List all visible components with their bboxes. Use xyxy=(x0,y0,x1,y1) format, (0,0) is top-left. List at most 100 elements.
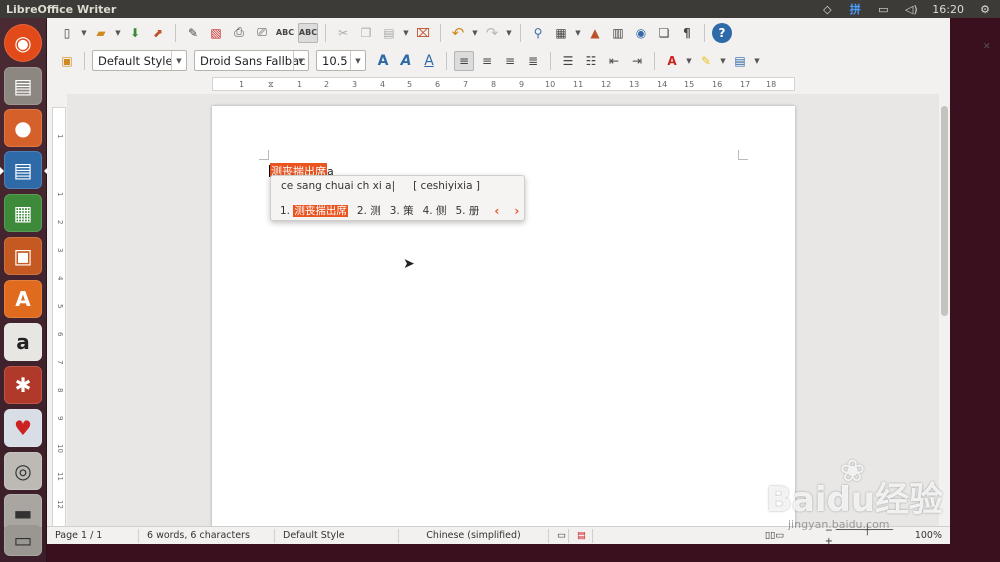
paste-dropdown-icon[interactable]: ▼ xyxy=(402,23,410,43)
ime-next-page-icon[interactable]: › xyxy=(514,204,519,218)
hyperlink-icon[interactable]: ⚲ xyxy=(528,23,548,43)
clone-formatting-icon[interactable]: ⌧ xyxy=(413,23,433,43)
print-preview-icon[interactable]: ⎚ xyxy=(252,23,272,43)
redo-dropdown-icon[interactable]: ▼ xyxy=(505,23,513,43)
ime-indicator[interactable]: 拼 xyxy=(848,3,862,16)
battery-icon[interactable]: ▭ xyxy=(876,3,890,16)
ime-candidate-row: 1. 测丧揣出席 2. 测 3. 策 4. 侧 5. 册 ‹ › xyxy=(280,203,519,218)
solitaire-button[interactable]: ♥ xyxy=(4,409,42,447)
auto-spellcheck-icon[interactable]: ABC xyxy=(298,22,318,43)
ubuntu-dash-button[interactable]: ◉ xyxy=(4,24,42,62)
page-count[interactable]: Page 1 / 1 xyxy=(47,528,139,543)
ruler-tick: 8 xyxy=(491,80,497,89)
horizontal-ruler[interactable]: 1 ⧖ 1 2 3 4 5 6 7 8 9 10 11 12 13 14 15 … xyxy=(212,77,795,91)
unity-launcher: ◉ ▤ ● ▤ ▦ ▣ A a ✱ ♥ ◎ ▬ ▭ xyxy=(0,18,48,562)
open-dropdown-icon[interactable]: ▼ xyxy=(114,23,122,43)
software-center-button[interactable]: A xyxy=(4,280,42,318)
highlight-icon[interactable]: ✎ xyxy=(696,51,716,71)
gear-icon[interactable]: ⚙ xyxy=(978,3,992,16)
copy-icon[interactable]: ❐ xyxy=(356,23,376,43)
ruler-tick: 11 xyxy=(573,80,584,89)
files-button[interactable]: ▤ xyxy=(4,67,42,105)
highlight-dropdown-icon[interactable]: ▼ xyxy=(719,51,727,71)
navigator-icon[interactable]: ◉ xyxy=(631,23,651,43)
gallery-icon[interactable]: ❏ xyxy=(654,23,674,43)
ime-candidate-1[interactable]: 1. 测丧揣出席 xyxy=(280,203,348,218)
justify-icon[interactable]: ≣ xyxy=(523,51,543,71)
paste-icon[interactable]: ▤ xyxy=(379,23,399,43)
decrease-indent-icon[interactable]: ⇤ xyxy=(604,51,624,71)
page-style[interactable]: Default Style xyxy=(275,528,399,543)
image-icon[interactable]: ▲ xyxy=(585,23,605,43)
table-dropdown-icon[interactable]: ▼ xyxy=(574,23,582,43)
numbering-icon[interactable]: ☰ xyxy=(558,51,578,71)
cut-icon[interactable]: ✂ xyxy=(333,23,353,43)
new-dropdown-icon[interactable]: ▼ xyxy=(80,23,88,43)
wifi-icon[interactable]: ◇ xyxy=(820,3,834,16)
italic-icon[interactable]: A xyxy=(396,51,416,71)
separator xyxy=(440,23,441,42)
print-icon[interactable]: ⎙ xyxy=(229,23,249,43)
background-color-icon[interactable]: ▤ xyxy=(730,51,750,71)
bullets-icon[interactable]: ☷ xyxy=(581,51,601,71)
chevron-down-icon[interactable]: ▼ xyxy=(293,51,308,70)
align-center-icon[interactable]: ≡ xyxy=(477,51,497,71)
save-icon[interactable]: ⬇ xyxy=(125,23,145,43)
system-settings-button[interactable]: ✱ xyxy=(4,366,42,404)
document-page[interactable]: 测丧揣出席 a xyxy=(212,106,795,526)
firefox-button[interactable]: ● xyxy=(4,109,42,147)
clock[interactable]: 16:20 xyxy=(932,3,964,16)
paragraph-style-combo[interactable]: Default Style ▼ xyxy=(92,50,187,71)
redo-icon[interactable]: ↷ xyxy=(482,23,502,43)
ime-candidate-3[interactable]: 3. 策 xyxy=(390,203,414,218)
new-document-icon[interactable]: ▯ xyxy=(57,23,77,43)
ruler-tick: 5 xyxy=(407,80,413,89)
open-folder-icon[interactable]: ▰ xyxy=(91,23,111,43)
align-right-icon[interactable]: ≡ xyxy=(500,51,520,71)
increase-indent-icon[interactable]: ⇥ xyxy=(627,51,647,71)
font-size-combo[interactable]: 10.5 ▼ xyxy=(316,50,366,71)
camera-button[interactable]: ◎ xyxy=(4,452,42,490)
underline-icon[interactable]: A xyxy=(419,51,439,71)
undo-icon[interactable]: ↶ xyxy=(448,23,468,43)
paragraph-style-value: Default Style xyxy=(98,53,173,68)
amazon-button[interactable]: a xyxy=(4,323,42,361)
scrollbar-thumb[interactable] xyxy=(941,106,948,316)
trash-button[interactable]: ▭ xyxy=(4,524,42,556)
document-modified-icon[interactable]: ▤ xyxy=(569,528,593,543)
ime-prev-page-icon[interactable]: ‹ xyxy=(494,204,499,218)
vertical-ruler[interactable]: 1 1 2 3 4 5 6 7 8 9 10 11 12 xyxy=(52,107,66,527)
undo-dropdown-icon[interactable]: ▼ xyxy=(471,23,479,43)
ime-candidate-5[interactable]: 5. 册 xyxy=(456,203,480,218)
background-dropdown-icon[interactable]: ▼ xyxy=(753,51,761,71)
export-icon[interactable]: ⬈ xyxy=(148,23,168,43)
close-document-icon[interactable]: ✕ xyxy=(983,42,991,52)
word-count[interactable]: 6 words, 6 characters xyxy=(139,528,275,543)
chevron-down-icon[interactable]: ▼ xyxy=(350,51,365,70)
font-color-icon[interactable]: A xyxy=(662,51,682,71)
chevron-down-icon[interactable]: ▼ xyxy=(171,51,186,70)
ruler-tick: 17 xyxy=(740,80,751,89)
table-icon[interactable]: ▦ xyxy=(551,23,571,43)
ime-candidate-4[interactable]: 4. 侧 xyxy=(423,203,447,218)
ruler-tick: 4 xyxy=(380,80,386,89)
writer-button[interactable]: ▤ xyxy=(0,151,48,189)
styles-icon[interactable]: ▣ xyxy=(57,51,77,71)
align-left-icon[interactable]: ≡ xyxy=(454,50,474,71)
help-icon[interactable]: ? xyxy=(712,22,732,43)
edit-mode-icon[interactable]: ✎ xyxy=(183,23,203,43)
calc-button[interactable]: ▦ xyxy=(4,194,42,232)
spellcheck-icon[interactable]: ABC xyxy=(275,23,295,43)
font-name-combo[interactable]: Droid Sans Fallbac ▼ xyxy=(194,50,309,71)
insert-mode-icon[interactable]: ▭ xyxy=(549,528,569,543)
export-pdf-icon[interactable]: ▧ xyxy=(206,23,226,43)
impress-button[interactable]: ▣ xyxy=(4,237,42,275)
font-color-dropdown-icon[interactable]: ▼ xyxy=(685,51,693,71)
volume-icon[interactable]: ◁) xyxy=(904,3,918,16)
language[interactable]: Chinese (simplified) xyxy=(399,528,549,543)
chart-icon[interactable]: ▥ xyxy=(608,23,628,43)
ruler-indent-marker[interactable]: ⧖ xyxy=(268,80,274,90)
ime-candidate-2[interactable]: 2. 测 xyxy=(357,203,381,218)
formatting-marks-icon[interactable]: ¶ xyxy=(677,23,697,43)
bold-icon[interactable]: A xyxy=(373,51,393,71)
